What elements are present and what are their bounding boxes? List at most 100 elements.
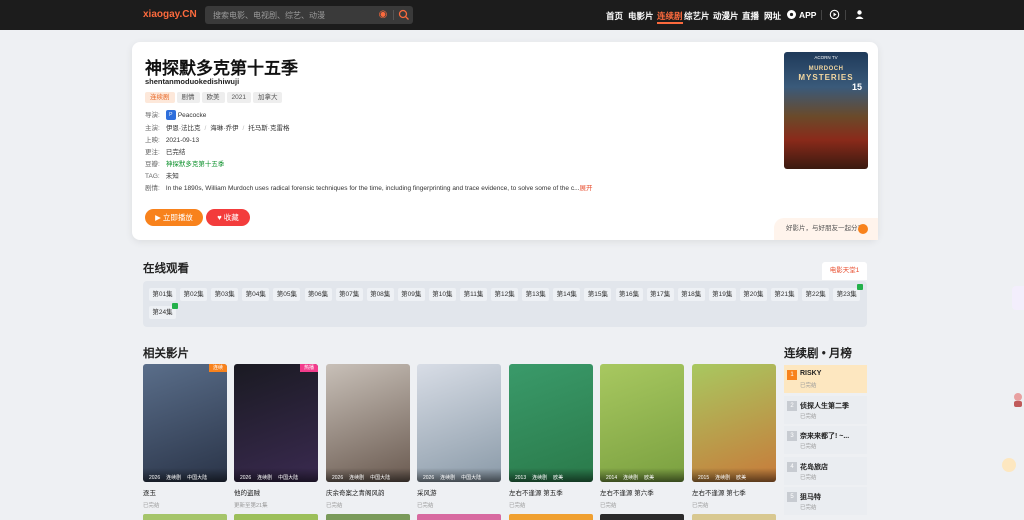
app-icon[interactable] — [786, 9, 797, 20]
rank-title[interactable]: RISKY — [800, 370, 821, 377]
related-movie-card[interactable]: 2014 连续剧 欧美 左右不逢源 第六季 已完结 — [600, 364, 684, 509]
related-movie-card[interactable]: 热播 2026 连续剧 中国大陆 他的盗贼 更新至第21集 — [234, 364, 318, 509]
source-tab[interactable]: 电影天堂1 — [822, 262, 867, 280]
detail-card: 神探默多克第十五季 shentanmoduokedishiwuji 连续剧 剧情欧… — [132, 42, 878, 240]
ranking-item[interactable]: 4 花岛旅店 已完结 — [784, 456, 867, 485]
rank-title[interactable]: 奈来来都了! ~... — [800, 431, 849, 441]
tag-item[interactable]: 2021 — [226, 92, 251, 103]
movie-thumbnail[interactable]: 2014 连续剧 欧美 — [600, 364, 684, 482]
movie-meta: 2026 连续剧 中国大陆 — [326, 468, 410, 482]
share-panel[interactable]: 好影片，与好朋友一起分享 — [774, 218, 878, 240]
cast-link[interactable]: 托马斯·克雷格 — [248, 125, 289, 132]
rank-title[interactable]: 侦探人生第二季 — [800, 401, 849, 411]
episode-button[interactable]: 第16集 — [615, 288, 643, 301]
movie-status: 已完结 — [143, 503, 160, 509]
movie-status: 已完结 — [326, 503, 343, 509]
episode-button[interactable]: 第03集 — [211, 288, 239, 301]
ranking-item[interactable]: 5 狙马特 已完结 — [784, 487, 867, 515]
tag-item[interactable]: 剧情 — [176, 92, 200, 103]
movie-thumbnail[interactable]: 2026 连续剧 中国大陆 — [417, 364, 501, 482]
episode-button[interactable]: 第21集 — [771, 288, 798, 301]
tag-item[interactable]: 连续剧 — [145, 92, 175, 103]
movie-title[interactable]: 逐玉 — [143, 487, 227, 497]
related-movie-card[interactable]: 2026 连续剧 中国大陆采风游已完结 — [417, 364, 501, 509]
episode-button[interactable]: 第10集 — [428, 288, 456, 301]
search-icon[interactable] — [398, 9, 410, 21]
episode-button[interactable]: 第23集 — [833, 288, 861, 301]
episode-button[interactable]: 第15集 — [584, 288, 612, 301]
episode-button[interactable]: 第12集 — [491, 288, 519, 301]
nav-live[interactable]: 直播 — [742, 10, 759, 22]
episode-button[interactable]: 第04集 — [242, 288, 270, 301]
nav-series[interactable]: 连续剧 — [657, 10, 683, 24]
movie-thumbnail[interactable]: 2026 连续剧 中国大陆 — [326, 364, 410, 482]
top-navigation-bar: xiaogay.CN ◉ 首页 电影片 连续剧 综艺片 动漫片 直播 网址 AP… — [0, 0, 1024, 30]
nav-app[interactable]: APP — [799, 10, 816, 20]
episode-button[interactable]: 第14集 — [553, 288, 581, 301]
user-icon[interactable] — [854, 9, 865, 20]
history-icon[interactable] — [829, 9, 840, 20]
movie-title[interactable]: 庆余奇案之青阁风韵 — [326, 487, 410, 497]
movie-thumbnail[interactable]: 2015 连续剧 欧美 — [692, 364, 776, 482]
episode-button[interactable]: 第07集 — [335, 288, 363, 301]
related-movie-card[interactable]: 连续 2026 连续剧 中国大陆逐玉已完结 — [143, 364, 227, 509]
ranking-item[interactable]: 3 奈来来都了! ~... 已完结 — [784, 426, 867, 454]
episode-button[interactable]: 第11集 — [460, 288, 487, 301]
episode-button[interactable]: 第20集 — [739, 288, 767, 301]
side-float-button[interactable] — [1012, 286, 1024, 310]
episode-button[interactable]: 第01集 — [149, 288, 176, 301]
nav-anime[interactable]: 动漫片 — [713, 10, 739, 22]
episode-button[interactable]: 第09集 — [397, 288, 425, 301]
ranking-item[interactable]: 1 RISKY 已完结 — [784, 365, 867, 393]
camera-search-icon[interactable]: ◉ — [377, 9, 389, 21]
movie-title[interactable]: 采风游 — [417, 487, 501, 497]
movie-thumbnail[interactable]: 2013 连续剧 欧美 — [509, 364, 593, 482]
movie-title[interactable]: 他的盗贼 — [234, 487, 318, 497]
favorite-button[interactable]: ♥ 收藏 — [206, 209, 250, 226]
rank-title[interactable]: 花岛旅店 — [800, 462, 828, 472]
douban-link[interactable]: 神探默多克第十五季 — [166, 161, 225, 168]
episode-button[interactable]: 第02集 — [180, 288, 208, 301]
play-now-button[interactable]: ▶ 立即播放 — [145, 209, 203, 226]
nav-variety[interactable]: 综艺片 — [684, 10, 710, 22]
related-movie-card[interactable]: 2015 连续剧 欧美 左右不逢源 第七季 已完结 — [692, 364, 776, 509]
movie-status: 已完结 — [417, 503, 434, 509]
episode-button[interactable]: 第06集 — [304, 288, 332, 301]
episode-button[interactable]: 第05集 — [273, 288, 301, 301]
movie-title[interactable]: 左右不逢源 第五季 — [509, 487, 593, 497]
movie-title[interactable]: 左右不逢源 第六季 — [600, 487, 684, 497]
avatar-float-icon[interactable] — [1012, 392, 1024, 408]
rank-title[interactable]: 狙马特 — [800, 492, 821, 502]
platform-icon: P — [165, 110, 176, 121]
nav-urls[interactable]: 网址 — [764, 10, 781, 22]
episode-button[interactable]: 第08集 — [366, 288, 394, 301]
nav-movies[interactable]: 电影片 — [628, 10, 654, 22]
expand-plot-link[interactable]: 展开 — [580, 185, 593, 192]
tag-item[interactable]: 欧美 — [201, 92, 225, 103]
site-logo[interactable]: xiaogay.CN — [143, 9, 197, 20]
tag-item[interactable]: 加拿大 — [252, 92, 283, 103]
cast-link[interactable]: 海琳·乔伊 — [210, 125, 238, 132]
movie-title[interactable]: 左右不逢源 第七季 — [692, 487, 776, 497]
info-platform: 导演: P Peacocke — [145, 110, 207, 121]
nav-home[interactable]: 首页 — [606, 10, 623, 22]
episode-button[interactable]: 第17集 — [646, 288, 674, 301]
rank-number: 1 — [787, 370, 797, 380]
related-movie-card[interactable]: 2026 连续剧 中国大陆庆余奇案之青阁风韵已完结 — [326, 364, 410, 509]
ranking-item[interactable]: 2 侦探人生第二季 已完结 — [784, 395, 867, 424]
related-movie-card[interactable]: 2013 连续剧 欧美 左右不逢源 第五季 已完结 — [509, 364, 593, 509]
back-to-top-button[interactable] — [1002, 458, 1016, 472]
cast-link[interactable]: 伊恩·法比克 — [166, 125, 201, 132]
episode-button[interactable]: 第13集 — [522, 288, 550, 301]
episode-button[interactable]: 第19集 — [708, 288, 736, 301]
platform-name[interactable]: Peacocke — [178, 112, 207, 119]
info-tag: TAG: 未知 — [145, 173, 179, 180]
info-update: 更注: 已完结 — [145, 149, 186, 156]
ranking-section-title: 连续剧 • 月榜 — [784, 348, 852, 360]
episode-button[interactable]: 第18集 — [677, 288, 705, 301]
movie-thumbnail[interactable]: 热播 2026 连续剧 中国大陆 — [234, 364, 318, 482]
movie-thumbnail[interactable]: 连续 2026 连续剧 中国大陆 — [143, 364, 227, 482]
movie-meta: 2015 连续剧 欧美 — [692, 468, 776, 482]
search-input[interactable] — [213, 6, 373, 24]
episode-button[interactable]: 第22集 — [802, 288, 830, 301]
